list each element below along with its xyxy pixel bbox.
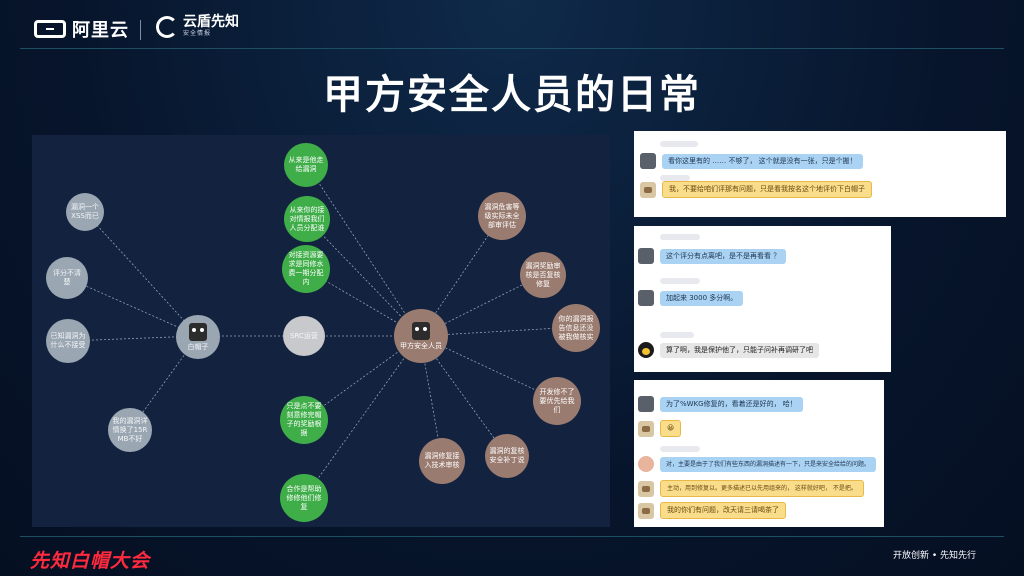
- message-bubble: 主动，用到修复以。更多描述已以先用组来的， 这样就好吧， 不是把。: [660, 480, 864, 497]
- sender-name-blurred: [660, 141, 698, 147]
- graph-node: 已知漏洞为什么不接受: [46, 319, 90, 363]
- message-bubble: 对，主要是由于了我们有些东西的漏洞描述有一下，只是来安全给给的问题。: [660, 456, 877, 472]
- avatar: [638, 396, 654, 412]
- graph-node: 从来你的接对情报我们人员分配谁: [284, 196, 330, 242]
- avatar: [638, 290, 654, 306]
- message-bubble: 加起来 3000 多分啊。: [660, 290, 744, 306]
- graph-node: 漏洞奖励审核是否复核修复: [520, 252, 566, 298]
- chat-message: 看你这里有的 …… 不够了， 这个就是没有一张，只是个搬！: [640, 153, 863, 169]
- aliyun-logo-text: 阿里云: [72, 20, 129, 41]
- graph-node: 评分不清楚: [46, 257, 88, 299]
- avatar: [638, 502, 654, 519]
- message-bubble: 😀: [660, 420, 682, 437]
- chat-message: 我的你们有问题，改天请三请喝茶了: [638, 502, 786, 519]
- message-bubble: 看你这里有的 …… 不够了， 这个就是没有一张，只是个搬！: [662, 153, 863, 169]
- graph-node: 我的漏洞详情换了15RMB不好: [108, 408, 152, 452]
- avatar: [640, 181, 656, 198]
- avatar: [638, 342, 654, 358]
- avatar: [640, 153, 656, 169]
- footer-slogan: 开放创新 • 先知先行: [892, 551, 976, 561]
- footer-divider: [20, 536, 1004, 537]
- chat-message: 对，主要是由于了我们有些东西的漏洞描述有一下，只是来安全给给的问题。: [638, 456, 877, 472]
- sender-name-blurred: [660, 332, 694, 338]
- avatar: [638, 456, 654, 472]
- message-bubble: 为了%WKG修复的，看着还是好的， 哈！: [660, 396, 803, 412]
- yundun-swirl-icon: [156, 15, 178, 38]
- aliyun-logo-icon: [34, 20, 66, 38]
- sender-name-blurred: [660, 446, 700, 452]
- header-divider: [20, 48, 1004, 49]
- node-label: 甲方安全人员: [400, 341, 442, 350]
- graph-node: SRC运营: [283, 316, 325, 356]
- message-bubble: 这个评分有点离吧，是不是再看看 ？: [660, 248, 787, 264]
- yundun-logo-text: 云盾先知: [183, 14, 239, 30]
- relationship-graph: 甲方安全人员 白帽子 从来是他走给漏洞 从来你的接对情报我们人员分配谁 对接资源…: [32, 135, 610, 527]
- graph-node: 从来是他走给漏洞: [284, 143, 328, 187]
- graph-node: 漏洞危害等级实际未全部审评估: [478, 192, 526, 240]
- chat-message: 主动，用到修复以。更多描述已以先用组来的， 这样就好吧， 不是把。: [638, 480, 864, 497]
- event-logo: 先知白帽大会: [30, 550, 151, 572]
- chat-panel-3: 为了%WKG修复的，看着还是好的， 哈！ 😀 对，主要是由于了我们有些东西的漏洞…: [634, 380, 884, 527]
- chat-message: 算了啊，我是保护他了，只能子问补再调研了吧: [638, 342, 819, 358]
- avatar: [638, 248, 654, 264]
- graph-node-hub: 白帽子: [176, 315, 220, 359]
- cat-avatar-icon: [189, 322, 207, 341]
- yundun-logo-subtext: 安全情报: [183, 30, 212, 37]
- chat-message: 加起来 3000 多分啊。: [638, 290, 744, 306]
- chat-message: 😀: [638, 420, 682, 437]
- logo-divider: [140, 20, 141, 40]
- chat-panel-2: 这个评分有点离吧，是不是再看看 ？ 加起来 3000 多分啊。 算了啊，我是保护…: [634, 226, 891, 372]
- avatar: [638, 420, 654, 437]
- slide-title: 甲方安全人员的日常: [323, 72, 701, 118]
- graph-node: 漏洞修复接入技术审核: [419, 438, 465, 484]
- graph-node: 漏洞的复核安全补丁说: [485, 434, 529, 478]
- message-bubble: 算了啊，我是保护他了，只能子问补再调研了吧: [660, 342, 819, 358]
- yundun-logo: 云盾先知 安全情报: [156, 15, 239, 38]
- node-label: 白帽子: [187, 342, 209, 351]
- graph-node-center: 甲方安全人员: [394, 309, 448, 363]
- avatar: [638, 480, 654, 497]
- graph-node: 只是点不要刻意修完帽子的奖励根据: [280, 396, 328, 444]
- chat-panel-1: 看你这里有的 …… 不够了， 这个就是没有一张，只是个搬！ 我，不要给咱们评那有…: [634, 131, 1006, 217]
- chat-message: 我，不要给咱们评那有问题，只是看我按名这个地评价下白帽子: [640, 181, 872, 198]
- graph-node: 你的漏洞报告信息还没被我做核实: [552, 304, 600, 352]
- graph-node: 合作是帮助修修他们修复: [280, 474, 328, 522]
- graph-node: 对接资源要求是同修水费一期分配内: [282, 245, 330, 293]
- message-bubble: 我的你们有问题，改天请三请喝茶了: [660, 502, 786, 519]
- message-bubble: 我，不要给咱们评那有问题，只是看我按名这个地评价下白帽子: [662, 181, 872, 198]
- chat-message: 为了%WKG修复的，看着还是好的， 哈！: [638, 396, 803, 412]
- sender-name-blurred: [660, 278, 700, 284]
- hacker-avatar-icon: [412, 321, 430, 340]
- aliyun-logo: 阿里云: [34, 16, 129, 42]
- sender-name-blurred: [660, 234, 700, 240]
- graph-node: 开发修不了要优先给我们: [533, 377, 581, 425]
- chat-message: 这个评分有点离吧，是不是再看看 ？: [638, 248, 787, 264]
- graph-node: 漏洞一个XSS而已: [66, 193, 104, 231]
